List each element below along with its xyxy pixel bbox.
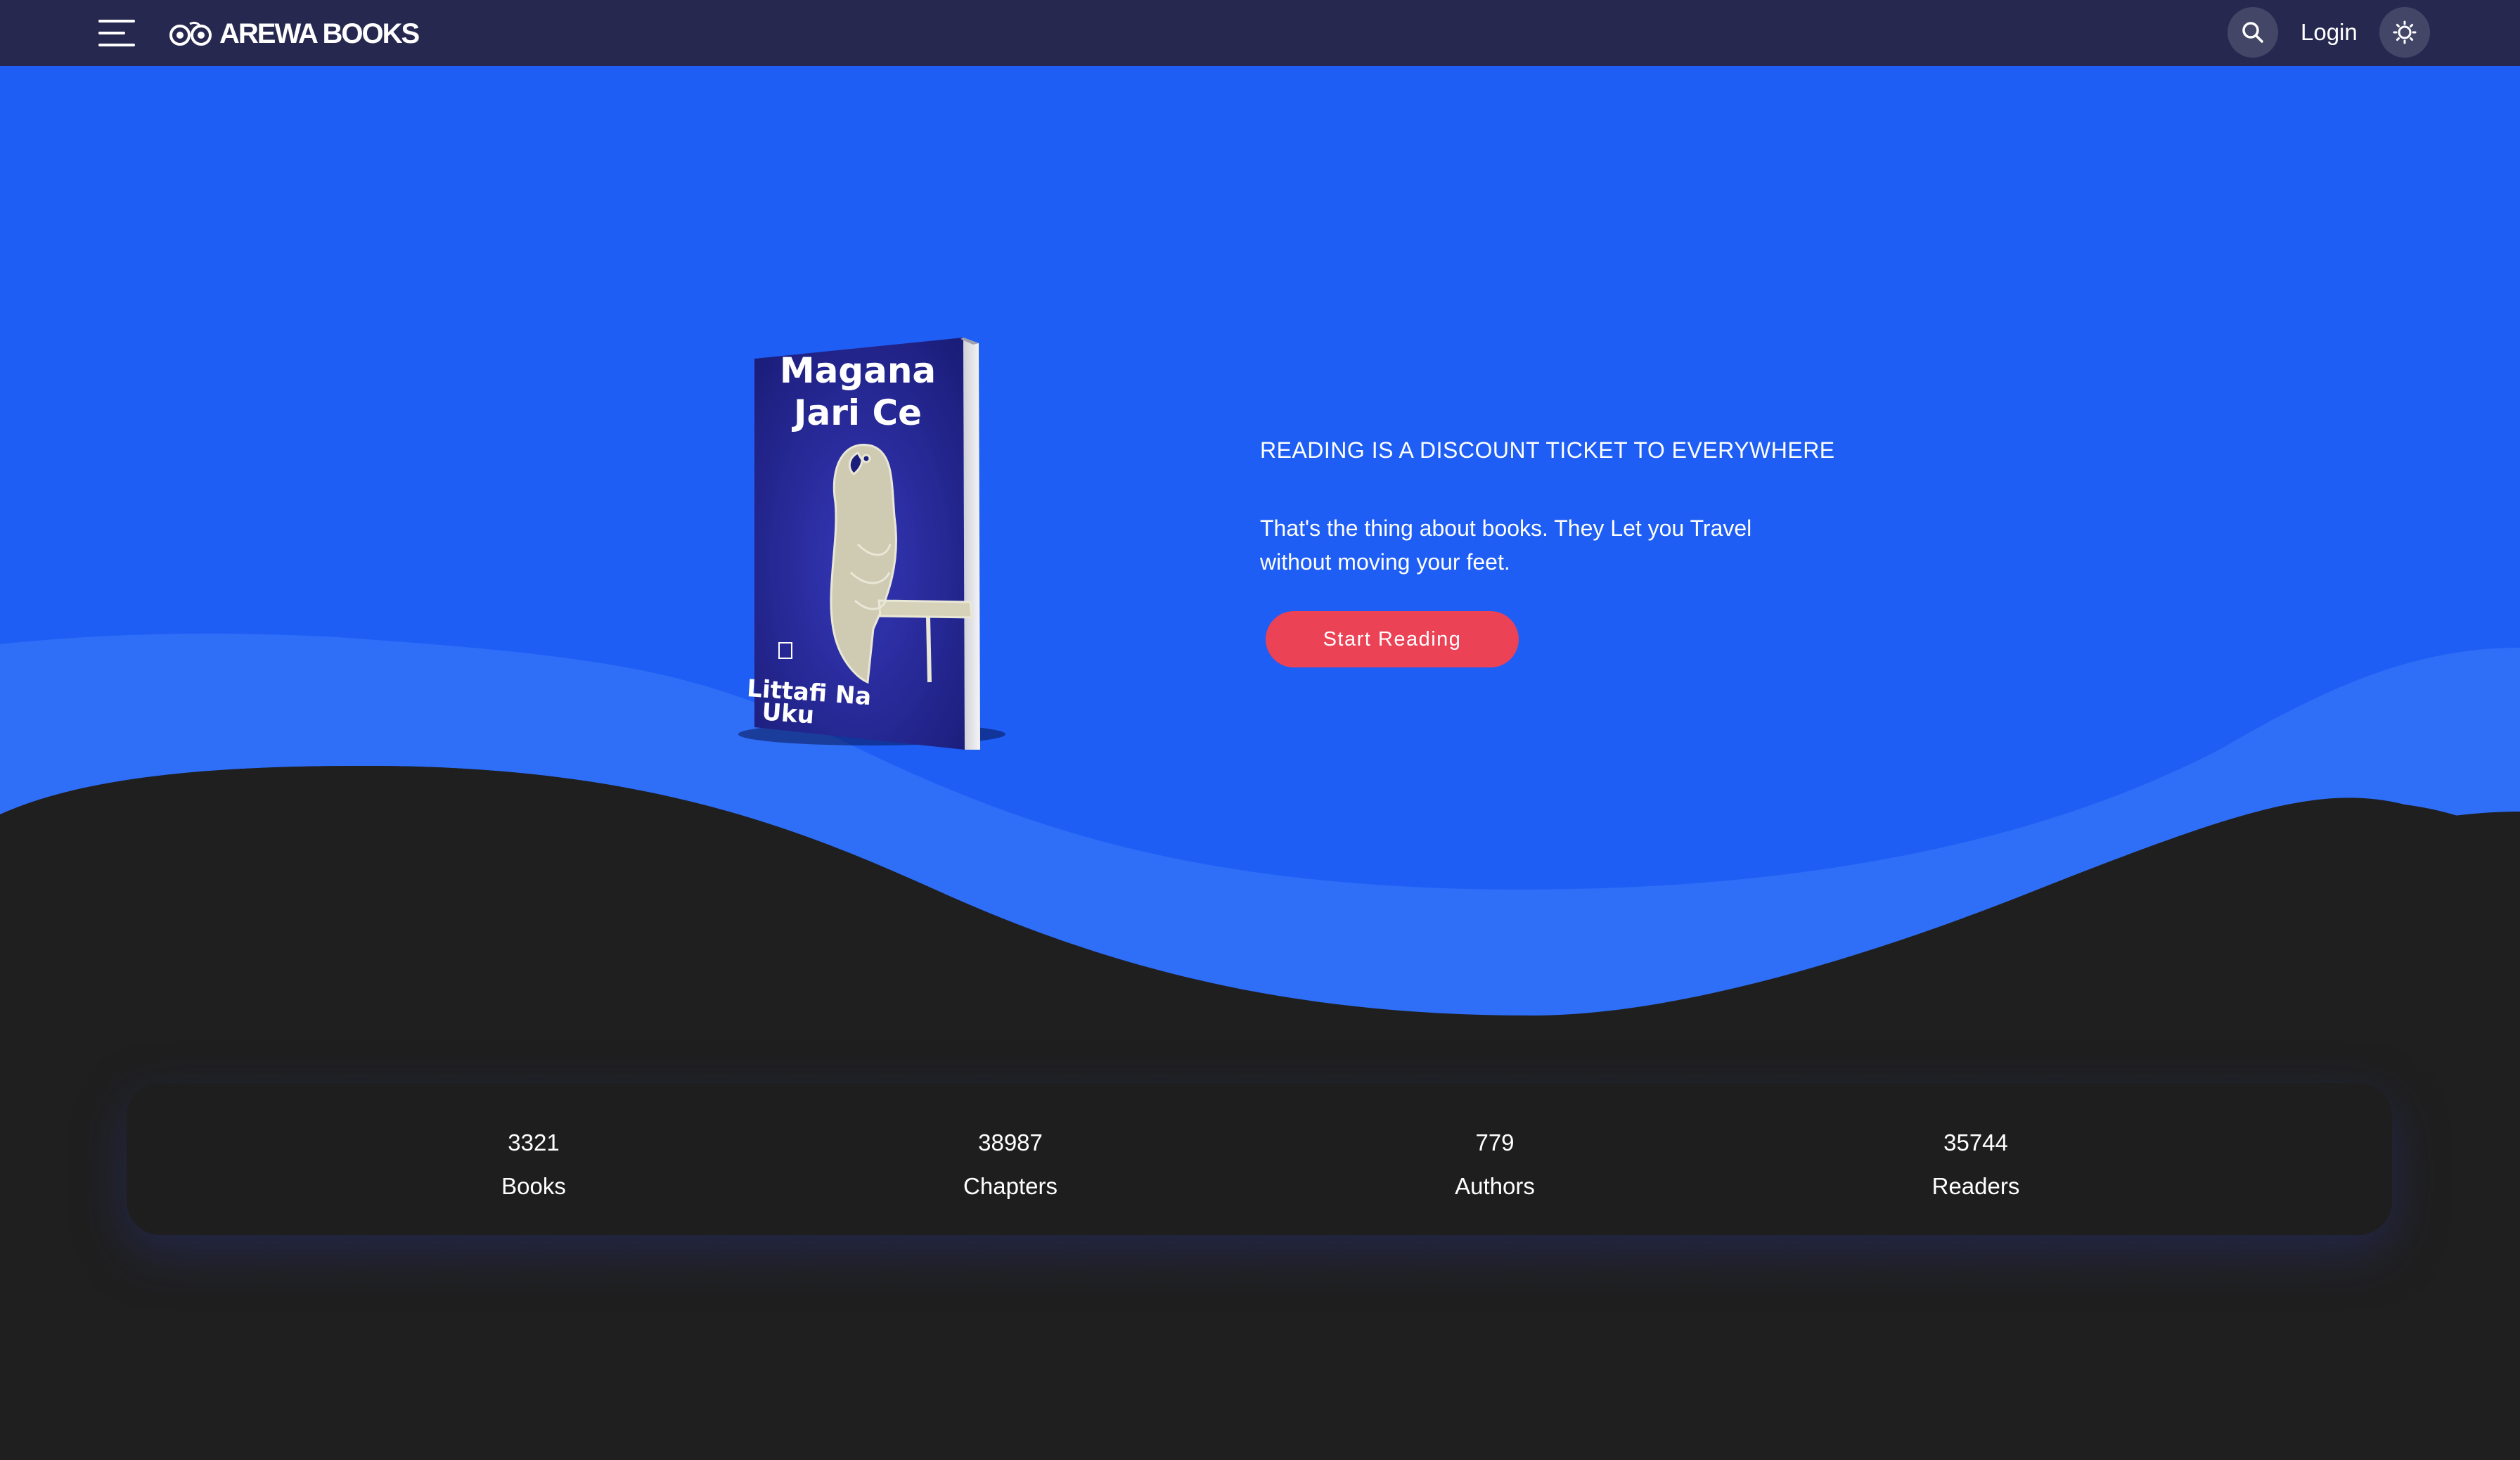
logo-mark-icon [169, 21, 212, 46]
stat-label: Readers [1931, 1173, 2020, 1199]
book-author-line2: Uku [761, 698, 815, 729]
stat-books: 3321 Books [393, 1129, 674, 1200]
stat-authors: 779 Authors [1354, 1129, 1635, 1200]
start-reading-button[interactable]: Start Reading [1266, 611, 1519, 667]
stat-label: Books [501, 1173, 566, 1199]
search-button[interactable] [2228, 7, 2278, 58]
brand-name: AREWA BOOKS [219, 18, 420, 49]
book-title-line2: Jari Ce [792, 392, 922, 433]
stat-chapters: 38987 Chapters [870, 1129, 1151, 1200]
stat-value: 38987 [978, 1129, 1043, 1155]
menu-icon[interactable] [98, 20, 135, 46]
hero-text-block: READING IS A DISCOUNT TICKET TO EVERYWHE… [1260, 437, 1837, 579]
login-link[interactable]: Login [2301, 19, 2358, 46]
theme-toggle-button[interactable] [2379, 7, 2430, 58]
stat-label: Authors [1455, 1173, 1535, 1199]
theme-toggle-icon [2393, 20, 2417, 44]
stat-value: 779 [1475, 1129, 1515, 1155]
stat-label: Chapters [963, 1173, 1058, 1199]
stat-value: 3321 [508, 1129, 560, 1155]
top-navbar: AREWA BOOKS Login [0, 0, 2520, 66]
brand-logo[interactable]: AREWA BOOKS [169, 18, 420, 49]
stat-readers: 35744 Readers [1835, 1129, 2116, 1200]
book-title-line1: Magana [780, 350, 936, 391]
search-icon [2242, 22, 2263, 43]
stat-value: 35744 [1943, 1129, 2008, 1155]
featured-book-cover[interactable]: Magana Jari Ce Littafi Na Uku [717, 333, 1027, 769]
hero-tagline: READING IS A DISCOUNT TICKET TO EVERYWHE… [1260, 437, 1835, 463]
hero-subtext: That's the thing about books. They Let y… [1260, 516, 1752, 575]
stats-card: 3321 Books 38987 Chapters 779 Authors 35… [127, 1083, 2392, 1235]
